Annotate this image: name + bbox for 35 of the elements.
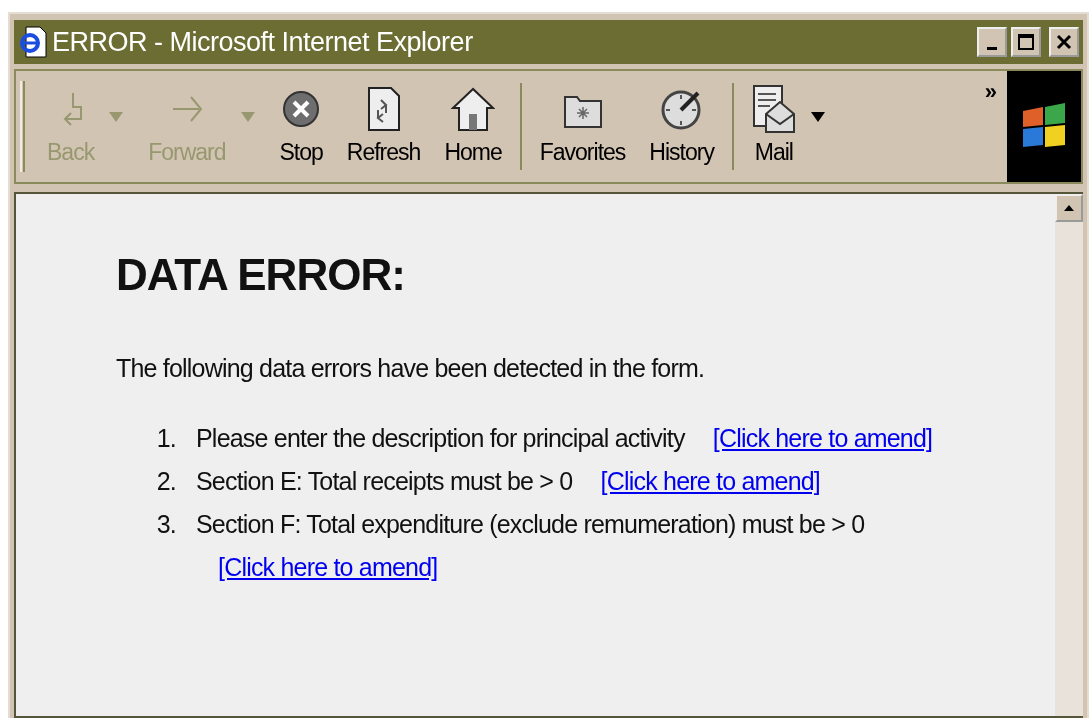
minimize-icon: [987, 46, 997, 50]
amend-link[interactable]: [Click here to amend]: [712, 424, 933, 453]
list-number: 1.: [155, 423, 177, 455]
maximize-button[interactable]: [1011, 27, 1041, 57]
more-tools-button[interactable]: »: [984, 75, 997, 108]
history-button[interactable]: History: [637, 83, 726, 170]
close-button[interactable]: [1049, 27, 1079, 57]
error-message: Section F: Total expenditure (exclude remumeration) must be > 0: [196, 510, 865, 539]
dropdown-caret-icon: [809, 111, 826, 122]
mail-icon: [751, 84, 796, 135]
refresh-icon: [366, 86, 401, 133]
amend-link[interactable]: [Click here to amend]: [218, 553, 438, 582]
list-number: 3.: [155, 509, 177, 541]
error-message: Please enter the description for principal activity: [196, 424, 685, 453]
browser-page-icon: [18, 25, 48, 59]
dropdown-caret-icon: [239, 111, 256, 122]
list-number: 2.: [155, 466, 177, 498]
home-icon: [451, 86, 496, 133]
refresh-button[interactable]: Refresh: [334, 83, 433, 170]
scrollbar[interactable]: [1055, 194, 1083, 716]
minimize-button[interactable]: [977, 27, 1007, 57]
mail-button[interactable]: Mail: [739, 83, 838, 170]
favorites-button[interactable]: Favorites: [527, 83, 638, 170]
dropdown-caret-icon: [108, 111, 125, 122]
amend-link[interactable]: [Click here to amend]: [600, 467, 820, 496]
error-message: Section E: Total receipts must be > 0: [196, 467, 573, 496]
stop-button[interactable]: Stop: [267, 83, 335, 170]
page-heading: DATA ERROR:: [116, 249, 406, 301]
maximize-icon: [1017, 33, 1035, 51]
window-title: ERROR - Microsoft Internet Explorer: [52, 25, 473, 59]
close-icon: [1055, 33, 1073, 51]
home-button[interactable]: Home: [432, 83, 514, 170]
intro-text: The following data errors have been detected in the form.: [116, 352, 706, 384]
scroll-up-button[interactable]: [1055, 194, 1083, 222]
up-arrow-icon: [1064, 205, 1074, 211]
